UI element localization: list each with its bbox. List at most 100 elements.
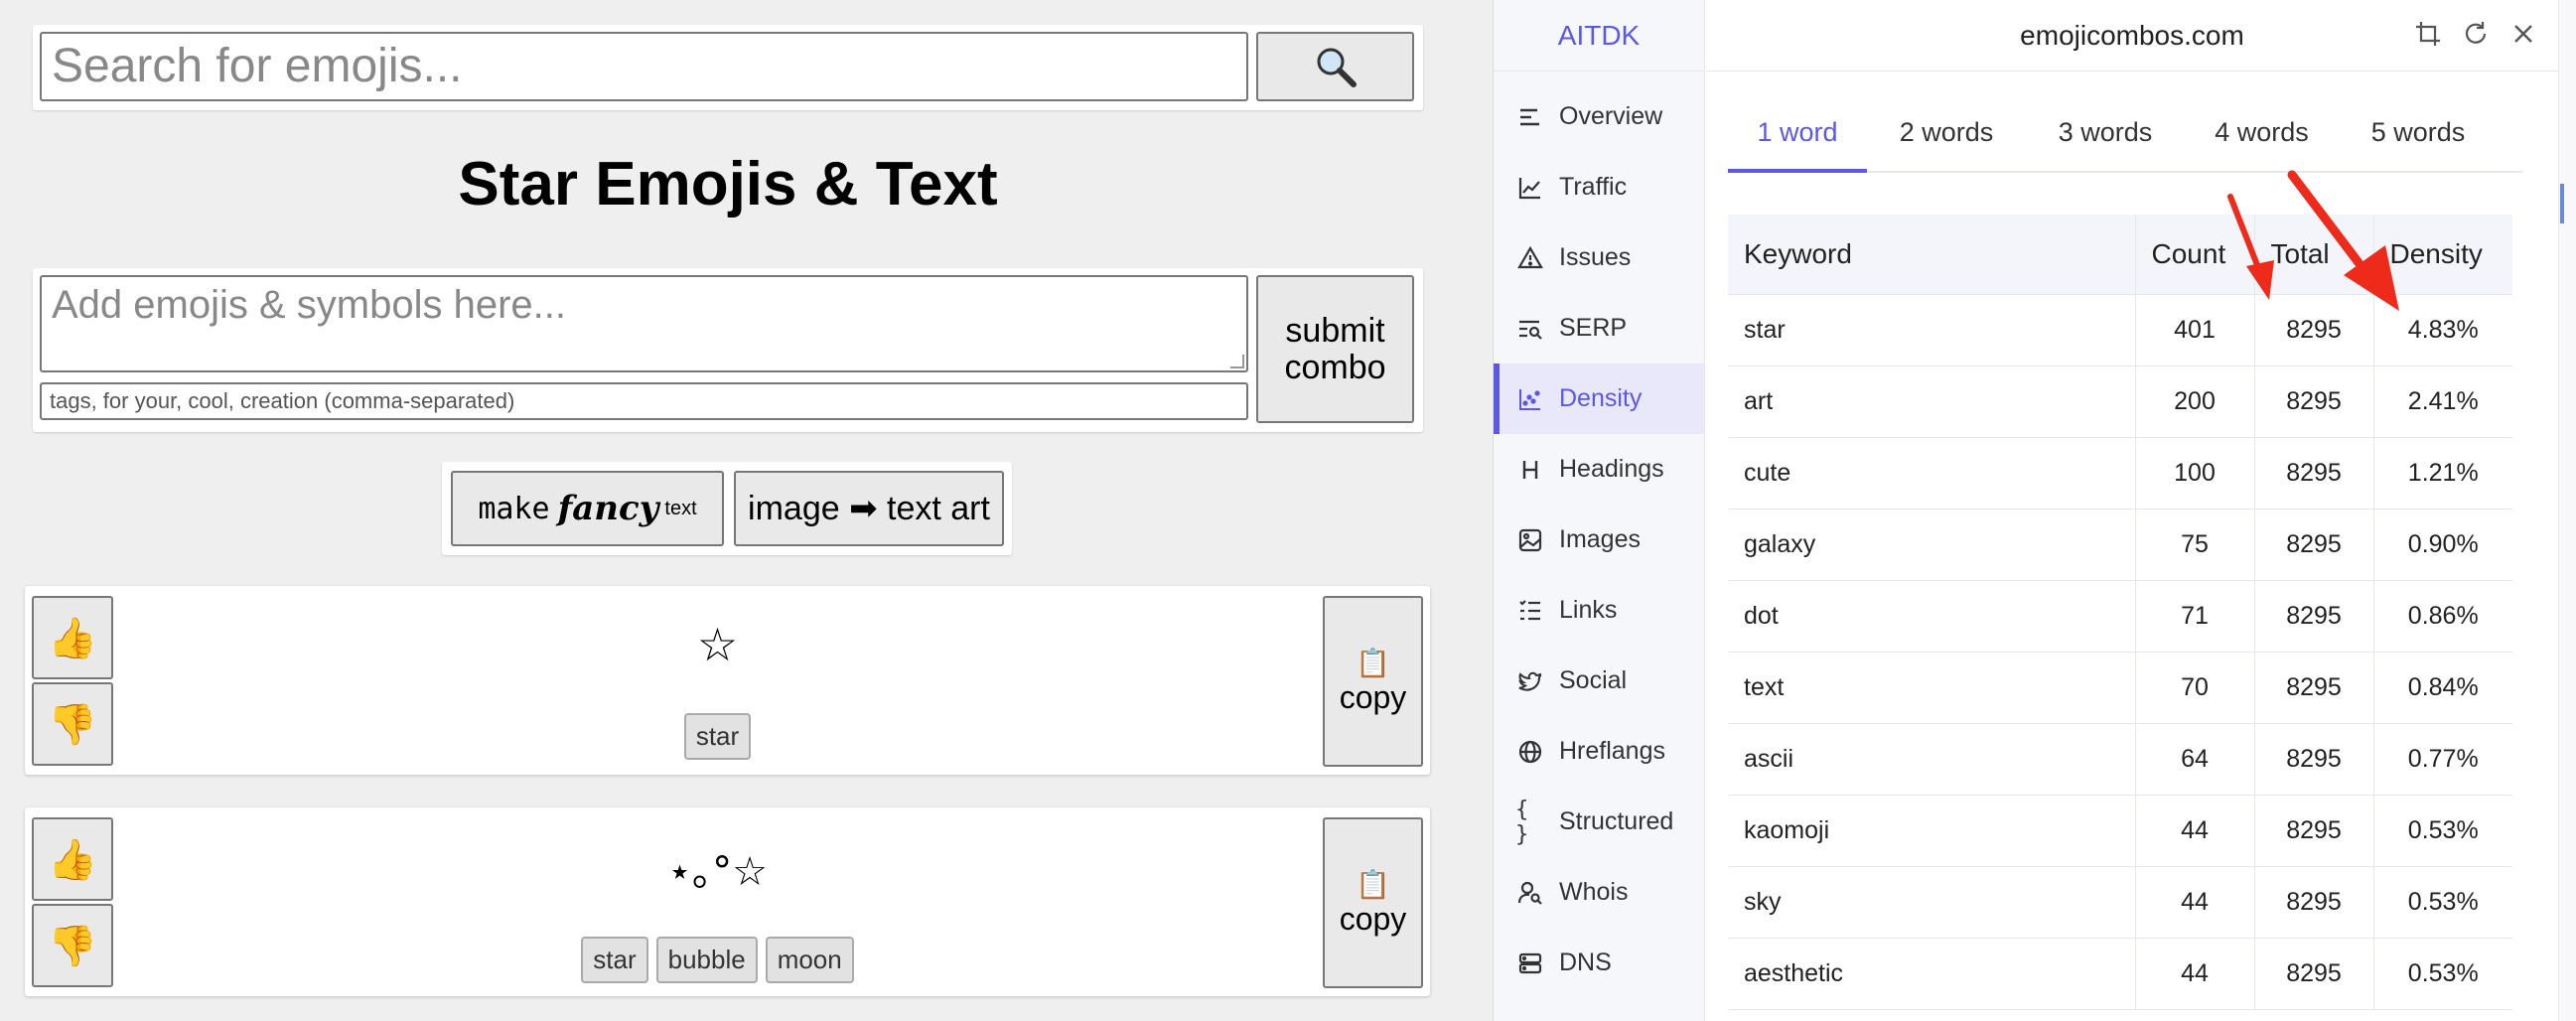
density-cell: 0.77% xyxy=(2373,723,2512,796)
upvote-button[interactable]: 👍 xyxy=(32,817,113,901)
table-row[interactable]: text 70 8295 0.84% xyxy=(1728,652,2512,724)
density-icon xyxy=(1515,384,1545,414)
keyword-cell: cute xyxy=(1728,437,2136,510)
density-cell: 0.53% xyxy=(2373,795,2512,867)
header-count[interactable]: Count xyxy=(2135,215,2255,295)
table-row[interactable]: star 401 8295 4.83% xyxy=(1728,294,2512,366)
downvote-button[interactable]: 👎 xyxy=(32,904,113,987)
downvote-button[interactable]: 👎 xyxy=(32,682,113,766)
density-cell: 0.84% xyxy=(2373,652,2512,724)
warning-icon xyxy=(1515,243,1545,273)
thumbs-down-icon: 👎 xyxy=(48,924,97,968)
nav-item-overview[interactable]: Overview xyxy=(1494,81,1704,152)
tag[interactable]: star xyxy=(581,937,648,983)
keyword-cell: aesthetic xyxy=(1728,938,2136,1010)
traffic-icon xyxy=(1515,173,1545,203)
count-cell: 44 xyxy=(2135,795,2255,867)
refresh-icon[interactable] xyxy=(2461,16,2491,52)
table-row[interactable]: galaxy 75 8295 0.90% xyxy=(1728,509,2512,581)
nav-item-dns[interactable]: DNS xyxy=(1494,928,1704,998)
table-row[interactable]: sky 44 8295 0.53% xyxy=(1728,866,2512,939)
nav-item-issues[interactable]: Issues xyxy=(1494,222,1704,293)
emoji-site: Search for emojis... Star Emojis & Text … xyxy=(0,0,1493,1021)
header-density[interactable]: Density xyxy=(2373,215,2512,295)
nav-item-density[interactable]: Density xyxy=(1494,364,1704,434)
total-cell: 8295 xyxy=(2254,795,2374,867)
total-cell: 8295 xyxy=(2254,580,2374,653)
combo-submit-form: Add emojis & symbols here... tags, for y… xyxy=(33,268,1423,432)
clipboard-icon: 📋 xyxy=(1356,648,1390,678)
brand-logo[interactable]: AITDK xyxy=(1494,0,1704,72)
density-cell: 0.53% xyxy=(2373,866,2512,939)
thumbs-up-icon: 👍 xyxy=(48,837,97,882)
tag[interactable]: bubble xyxy=(655,937,758,983)
nav-item-images[interactable]: Images xyxy=(1494,505,1704,575)
tag[interactable]: star xyxy=(683,713,752,760)
tag-list: star bubble moon xyxy=(124,937,1311,983)
search-input[interactable]: Search for emojis... xyxy=(40,32,1248,101)
nav-item-links[interactable]: Links xyxy=(1494,575,1704,646)
header-actions xyxy=(2413,16,2538,52)
total-cell: 8295 xyxy=(2254,938,2374,1010)
clipboard-icon: 📋 xyxy=(1356,869,1390,900)
tab-5-words[interactable]: 5 words xyxy=(2339,99,2498,171)
table-row[interactable]: kaomoji 44 8295 0.53% xyxy=(1728,795,2512,867)
keyword-cell: text xyxy=(1728,652,2136,724)
table-row[interactable]: ascii 64 8295 0.77% xyxy=(1728,723,2512,796)
count-cell: 200 xyxy=(2135,365,2255,438)
tag[interactable]: moon xyxy=(765,937,854,983)
close-icon[interactable] xyxy=(2508,16,2538,52)
make-fancy-text-button[interactable]: make fancy text xyxy=(451,471,724,546)
table-row[interactable]: cute 100 8295 1.21% xyxy=(1728,437,2512,510)
header-total[interactable]: Total xyxy=(2254,215,2374,295)
copy-button[interactable]: 📋 copy xyxy=(1323,596,1423,767)
image-to-text-art-button[interactable]: image ➡ text art xyxy=(734,471,1004,546)
tab-2-words[interactable]: 2 words xyxy=(1867,99,2026,171)
nav-item-serp[interactable]: SERP xyxy=(1494,293,1704,364)
search-button[interactable] xyxy=(1256,32,1414,101)
nav-item-hreflangs[interactable]: Hreflangs xyxy=(1494,716,1704,787)
crop-icon[interactable] xyxy=(2413,16,2443,52)
tab-4-words[interactable]: 4 words xyxy=(2185,99,2339,171)
tab-3-words[interactable]: 3 words xyxy=(2026,99,2185,171)
upvote-button[interactable]: 👍 xyxy=(32,596,113,679)
keyword-cell: galaxy xyxy=(1728,509,2136,581)
keyword-cell: kaomoji xyxy=(1728,795,2136,867)
table-row[interactable]: dot 71 8295 0.86% xyxy=(1728,580,2512,653)
nav-item-structured[interactable]: { } Structured xyxy=(1494,787,1704,857)
header-keyword[interactable]: Keyword xyxy=(1728,215,2136,295)
image-icon xyxy=(1515,525,1545,555)
tools-bar: make fancy text image ➡ text art xyxy=(442,462,1012,555)
heading-icon xyxy=(1515,455,1545,485)
density-cell: 4.83% xyxy=(2373,294,2512,366)
submit-combo-button[interactable]: submit combo xyxy=(1256,275,1414,423)
nav-item-social[interactable]: Social xyxy=(1494,646,1704,716)
globe-icon xyxy=(1515,737,1545,767)
nav-label: Social xyxy=(1559,666,1628,694)
combo-text[interactable]: ⋆｡°☆ xyxy=(124,839,1311,897)
tab-1-word[interactable]: 1 word xyxy=(1728,99,1867,173)
copy-button[interactable]: 📋 copy xyxy=(1323,817,1423,988)
copy-label: copy xyxy=(1339,901,1407,937)
nav-label: Whois xyxy=(1559,878,1629,906)
table-row[interactable]: art 200 8295 2.41% xyxy=(1728,365,2512,438)
nav-item-whois[interactable]: Whois xyxy=(1494,857,1704,928)
table-row[interactable]: aesthetic 44 8295 0.53% xyxy=(1728,938,2512,1010)
nav-item-headings[interactable]: Headings xyxy=(1494,434,1704,505)
copy-label: copy xyxy=(1339,679,1407,715)
nav-label: Density xyxy=(1559,384,1643,412)
total-cell: 8295 xyxy=(2254,723,2374,796)
nav-item-traffic[interactable]: Traffic xyxy=(1494,152,1704,222)
total-cell: 8295 xyxy=(2254,652,2374,724)
fancy-label-word: fancy xyxy=(557,489,659,528)
tags-input[interactable]: tags, for your, cool, creation (comma-se… xyxy=(40,382,1248,420)
scrollbar-thumb[interactable] xyxy=(2560,184,2564,223)
count-cell: 100 xyxy=(2135,437,2255,510)
keyword-cell: art xyxy=(1728,365,2136,438)
scrollbar-track[interactable] xyxy=(2558,0,2576,1021)
emoji-input[interactable]: Add emojis & symbols here... xyxy=(40,275,1248,372)
server-icon xyxy=(1515,948,1545,978)
resize-handle[interactable] xyxy=(1230,355,1244,368)
combo-text[interactable]: ☆ xyxy=(124,618,1311,671)
total-cell: 8295 xyxy=(2254,437,2374,510)
